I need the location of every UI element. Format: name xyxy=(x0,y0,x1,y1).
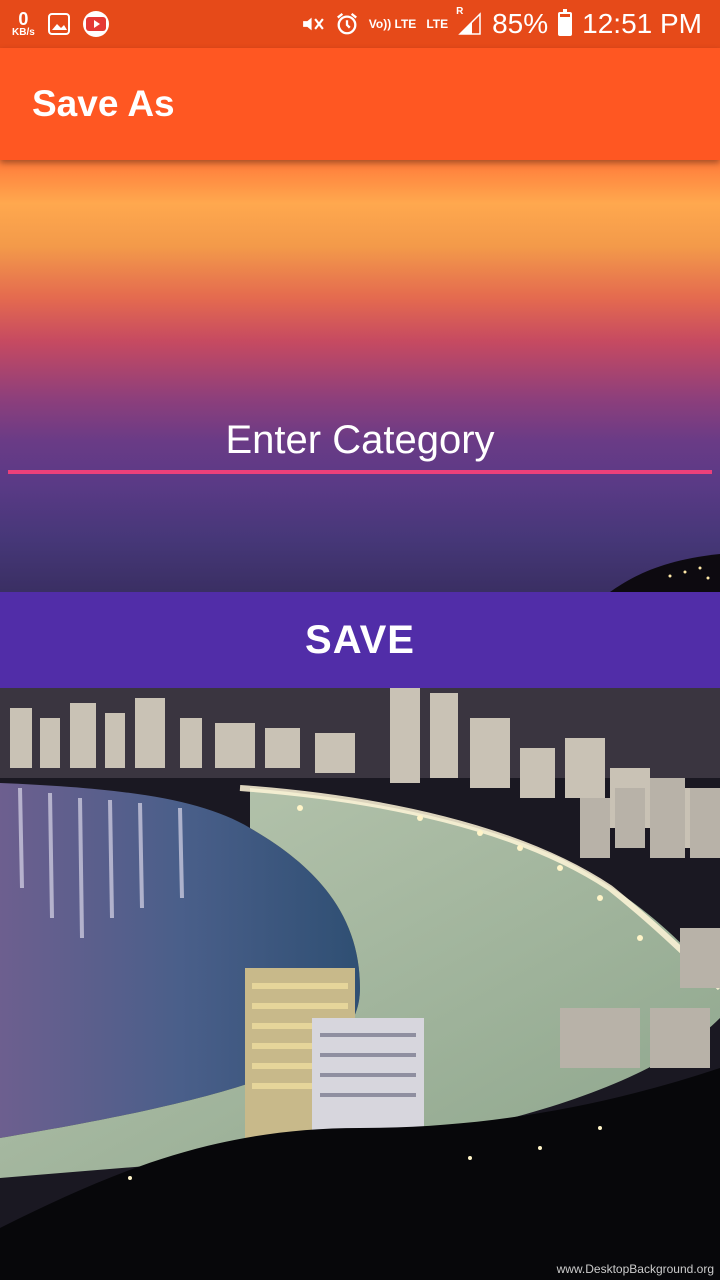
signal-icon: R xyxy=(456,6,482,36)
hill-silhouette xyxy=(610,554,720,592)
status-bar: 0 KB/s Vo)) LTE LTE R 85% 12:51 PM xyxy=(0,0,720,48)
sunset-background-image xyxy=(0,160,720,592)
lte-label: LTE xyxy=(426,17,449,31)
net-speed-value: 0 xyxy=(18,9,29,29)
net-speed-unit: KB/s xyxy=(12,27,35,38)
save-button[interactable]: SAVE xyxy=(0,592,720,688)
lte-indicator: LTE xyxy=(426,18,448,30)
volte-indicator: Vo)) LTE xyxy=(368,17,417,31)
page-title: Save As xyxy=(32,83,175,124)
clock: 12:51 PM xyxy=(582,8,702,39)
alarm-icon xyxy=(335,12,359,36)
city-night-background-image: www.DesktopBackground.org xyxy=(0,688,720,1280)
gallery-icon xyxy=(47,12,71,36)
mute-icon xyxy=(301,12,325,36)
battery-icon xyxy=(558,9,573,36)
watermark: www.DesktopBackground.org xyxy=(556,1262,714,1276)
battery-percent: 85% xyxy=(492,8,549,39)
youtube-icon xyxy=(82,11,109,37)
net-speed: 0 KB/s xyxy=(12,10,35,38)
category-input-underline xyxy=(8,470,712,474)
roaming-label: R xyxy=(456,6,464,17)
app-bar: Save As xyxy=(0,48,720,160)
category-input[interactable] xyxy=(8,410,712,470)
category-field[interactable] xyxy=(8,410,712,474)
